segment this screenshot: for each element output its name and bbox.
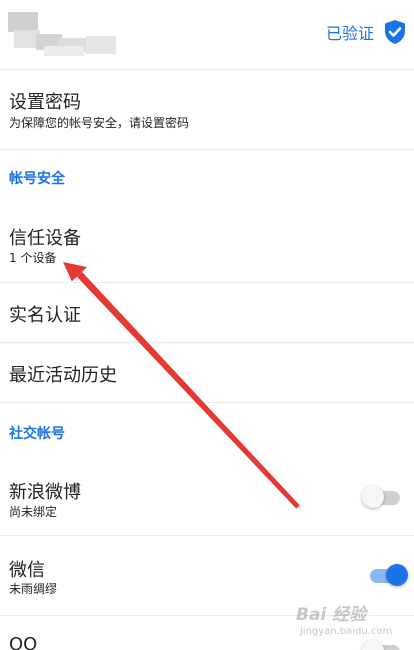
wechat-subtitle: 未雨绸缪 bbox=[9, 582, 58, 596]
set-password-item[interactable]: 设置密码 为保障您的帐号安全，请设置密码 bbox=[0, 70, 414, 150]
weibo-subtitle: 尚未绑定 bbox=[9, 505, 58, 519]
weibo-toggle[interactable] bbox=[362, 484, 400, 512]
profile-header: 已验证 bbox=[0, 0, 414, 70]
wechat-toggle[interactable] bbox=[370, 562, 408, 590]
qq-title: QQ bbox=[9, 634, 38, 650]
toggle-knob bbox=[362, 486, 384, 508]
baidu-jingyan-watermark: Bai 经验 jingyan.baidu.com bbox=[296, 594, 408, 644]
real-name-verification-item[interactable]: 实名认证 bbox=[0, 283, 414, 343]
account-settings-screen: 已验证 设置密码 为保障您的帐号安全，请设置密码 帐号安全 信任设备 1 个设备… bbox=[0, 0, 414, 650]
wechat-title: 微信 bbox=[9, 560, 45, 581]
verified-label: 已验证 bbox=[325, 24, 374, 43]
weibo-title: 新浪微博 bbox=[9, 482, 81, 503]
set-password-subtitle: 为保障您的帐号安全，请设置密码 bbox=[9, 116, 190, 130]
set-password-title: 设置密码 bbox=[9, 92, 81, 113]
watermark-url: jingyan.baidu.com bbox=[300, 626, 393, 637]
verified-status[interactable]: 已验证 bbox=[326, 19, 406, 45]
trusted-devices-title: 信任设备 bbox=[9, 228, 81, 249]
weibo-item[interactable]: 新浪微博 尚未绑定 bbox=[0, 460, 414, 536]
trusted-devices-subtitle: 1 个设备 bbox=[9, 251, 57, 265]
real-name-title: 实名认证 bbox=[9, 305, 81, 326]
activity-history-title: 最近活动历史 bbox=[9, 365, 117, 386]
toggle-knob bbox=[386, 564, 408, 586]
watermark-brand: Bai 经验 bbox=[296, 605, 367, 625]
shield-check-icon bbox=[385, 20, 405, 44]
activity-history-item[interactable]: 最近活动历史 bbox=[0, 343, 414, 403]
trusted-devices-item[interactable]: 信任设备 1 个设备 bbox=[0, 205, 414, 283]
section-account-security: 帐号安全 bbox=[9, 171, 65, 187]
blurred-avatar-name bbox=[8, 12, 118, 58]
section-social-accounts: 社交帐号 bbox=[9, 426, 65, 442]
